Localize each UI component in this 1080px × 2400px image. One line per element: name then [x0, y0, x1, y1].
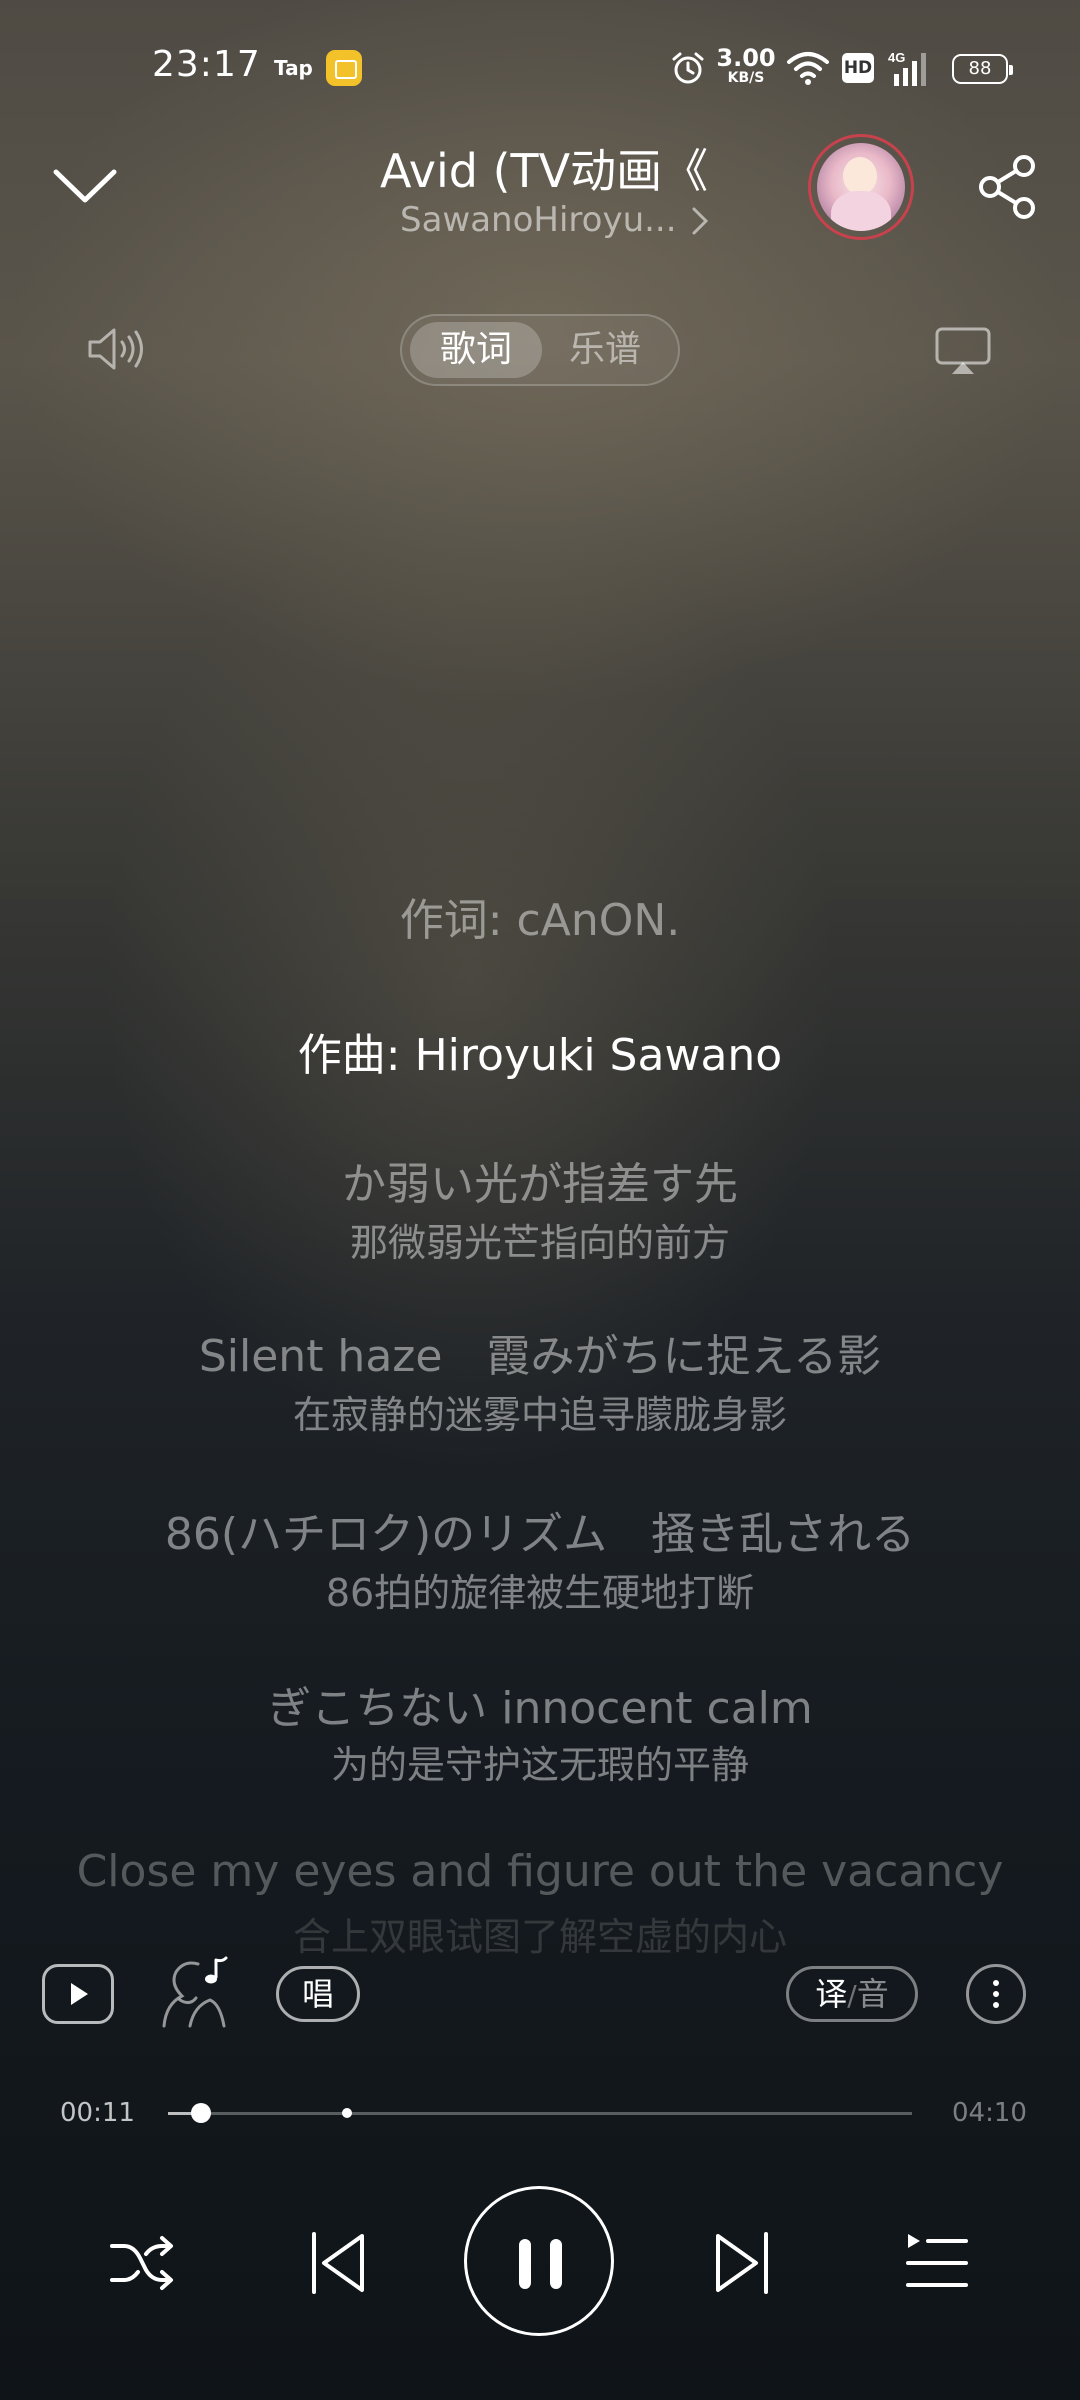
cast-icon[interactable]	[934, 326, 992, 376]
lyric-line[interactable]: 86(ハチロク)のリズム 掻き乱される	[0, 1498, 1080, 1562]
avatar-image	[817, 143, 905, 231]
lyric-line[interactable]: か弱い光が指差す先	[0, 1148, 1080, 1212]
lyric-translation: 86拍的旋律被生硬地打断	[325, 1571, 755, 1615]
network-speed-unit: KB/S	[727, 70, 765, 86]
tab-score[interactable]: 乐谱	[548, 322, 662, 378]
translation-toggle[interactable]: 译/音	[786, 1966, 918, 2022]
video-play-button[interactable]	[42, 1964, 114, 2024]
pause-icon	[550, 2239, 562, 2289]
romanization-option: 音	[856, 1975, 889, 2013]
network-type-label: 4G	[888, 50, 905, 65]
sing-along-icon[interactable]	[160, 1954, 236, 2030]
tap-app-label: Tap	[274, 56, 313, 80]
dot	[993, 2002, 999, 2008]
lyric-translation: 那微弱光芒指向的前方	[349, 1221, 730, 1265]
lyric-line[interactable]: Silent haze 霞みがちに捉える影	[0, 1320, 1080, 1384]
total-time: 04:10	[952, 2098, 1027, 2128]
dot	[993, 1991, 999, 1997]
chevron-down-icon[interactable]	[50, 160, 120, 210]
shuffle-icon[interactable]	[108, 2232, 176, 2294]
pause-button[interactable]	[464, 2186, 614, 2336]
artist-name[interactable]: SawanoHiroyu...	[400, 200, 720, 240]
status-time: 23:17	[152, 44, 261, 85]
lyric-line[interactable]: ぎこちない innocent calm	[0, 1672, 1080, 1736]
lyric-translation: 在寂静的迷雾中追寻朦胧身影	[292, 1393, 787, 1437]
cellular-signal-icon: 4G	[888, 50, 926, 86]
elapsed-time: 00:11	[60, 2098, 135, 2128]
lyric-line[interactable]: Close my eyes and figure out the vacancy	[0, 1846, 1080, 1897]
translation-option: 译	[815, 1975, 848, 2013]
hd-voice-icon: HD	[842, 53, 874, 83]
pause-icon	[519, 2239, 531, 2289]
skip-previous-icon[interactable]	[308, 2228, 368, 2298]
progress-track[interactable]	[168, 2112, 912, 2115]
network-speed: 3.00 KB/S	[716, 46, 776, 85]
chevron-right-icon[interactable]	[690, 205, 710, 237]
volume-icon[interactable]	[86, 326, 146, 372]
lyric-translation: 为的是守护这无瑕的平静	[330, 1743, 749, 1787]
share-icon[interactable]	[976, 154, 1040, 220]
dot	[993, 1980, 999, 1986]
skip-next-icon[interactable]	[712, 2228, 772, 2298]
toggle-separator: /	[847, 1979, 857, 2012]
play-icon	[71, 1983, 88, 2005]
progress-thumb[interactable]	[190, 2103, 211, 2123]
notification-app-icon	[326, 50, 362, 86]
buffer-marker	[341, 2108, 352, 2118]
tab-lyrics[interactable]: 歌词	[410, 322, 542, 378]
alarm-icon	[672, 52, 704, 84]
artist-avatar[interactable]	[808, 134, 914, 240]
lyric-line-active[interactable]: 作曲: Hiroyuki Sawano	[0, 1019, 1080, 1083]
more-options-button[interactable]	[966, 1964, 1026, 2024]
lyric-translation: 合上双眼试图了解空虚的内心	[292, 1915, 787, 1959]
battery-indicator: 88	[952, 54, 1013, 84]
network-speed-value: 3.00	[716, 44, 776, 72]
sing-button[interactable]: 唱	[276, 1966, 360, 2022]
wifi-icon	[787, 52, 829, 85]
queue-icon[interactable]	[904, 2230, 968, 2296]
song-title[interactable]: Avid (TV动画《	[380, 135, 740, 201]
lyric-line[interactable]: 作词: cAnON.	[0, 884, 1080, 948]
